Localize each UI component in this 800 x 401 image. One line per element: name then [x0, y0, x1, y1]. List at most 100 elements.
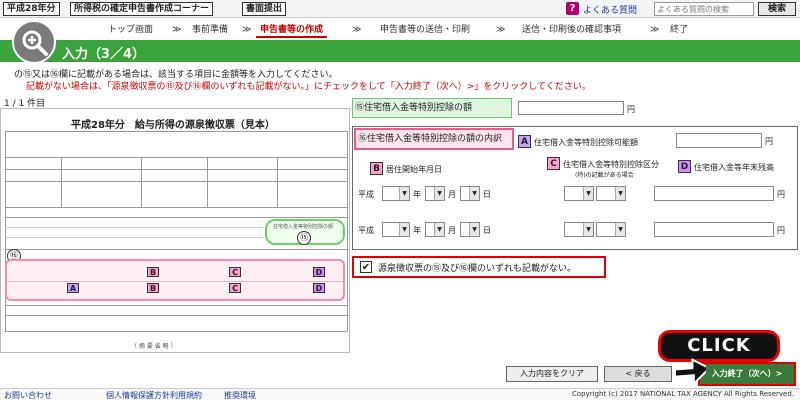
day-unit: 日: [483, 190, 491, 199]
d-label: 住宅借入金等年末残高: [694, 163, 774, 172]
step-arrow: ≫: [172, 25, 182, 35]
footer-link-privacy[interactable]: 個人情報保護方針: [106, 390, 170, 401]
no-entry-checkbox-row[interactable]: ✔ 源泉徴収票の⑮及び⑯欄のいずれも記載がない。: [352, 256, 606, 278]
slip-badge-c: C: [229, 267, 241, 277]
slip-footer-note: （ 摘 要 省 略 ）: [131, 343, 177, 350]
a-label: 住宅借入金等特別控除可能額: [534, 138, 638, 147]
a-amount-input[interactable]: [676, 133, 762, 148]
no-entry-checkbox-label[interactable]: 源泉徴収票の⑮及び⑯欄のいずれも記載がない。: [378, 261, 576, 274]
slip-rule: [5, 305, 347, 306]
step-after-check: 送信・印刷後の確認事項: [522, 25, 622, 35]
slip-rule: [5, 181, 347, 182]
chevron-down-icon: ▼: [434, 187, 444, 200]
year-unit: 年: [413, 226, 421, 235]
slip-rule: [347, 131, 348, 331]
b-label: 居住開始年月日: [386, 165, 442, 174]
slip-badge-d: D: [313, 267, 325, 277]
month-unit: 月: [448, 190, 456, 199]
footer-link-terms[interactable]: 利用規約: [170, 390, 202, 401]
step-arrow: ≫: [650, 25, 660, 35]
badge-b: B: [370, 162, 383, 175]
slip-rule: [7, 281, 343, 282]
row2-balance-input[interactable]: [654, 222, 774, 237]
step-top: トップ画面: [108, 25, 154, 35]
month-unit: 月: [448, 226, 456, 235]
year-unit: 年: [413, 190, 421, 199]
slip-badge-b: B: [147, 267, 159, 277]
step-create-active: 申告書等の作成: [256, 22, 328, 38]
step-arrow: ≫: [242, 25, 252, 35]
slip-rule: [207, 157, 208, 207]
no-entry-checkbox[interactable]: ✔: [360, 261, 372, 273]
slip-rule: [5, 207, 347, 208]
chevron-down-icon: ▼: [399, 187, 409, 200]
slip-rule: [5, 249, 347, 250]
slip-rule: [61, 157, 62, 207]
slip-item-16-highlight: B B C C D D A: [5, 259, 345, 301]
step-arrow: ≫: [496, 25, 506, 35]
row1-balance-input[interactable]: [654, 186, 774, 201]
slip-rule: [5, 217, 347, 218]
item-15-amount-input[interactable]: [518, 101, 624, 115]
row1-month-select[interactable]: ▼: [425, 186, 445, 201]
clear-input-button[interactable]: 入力内容をクリア: [506, 366, 598, 382]
slip-item-15-label: 住宅借入金等特別控除の額: [273, 224, 334, 230]
chevron-down-icon: ▼: [469, 187, 479, 200]
step-arrow: ≫: [352, 25, 362, 35]
yen-unit: 円: [765, 137, 773, 146]
row2-day-select[interactable]: ▼: [460, 222, 480, 237]
slip-num-15: ⑮: [297, 231, 311, 245]
chevron-down-icon: ▼: [583, 223, 593, 236]
faq-link[interactable]: よくある質問: [583, 3, 637, 16]
help-question-icon[interactable]: ?: [566, 2, 579, 15]
footer-link-contact[interactable]: お問い合わせ: [4, 390, 52, 401]
instruction-line-2: 記載がない場合は、「源泉徴収票の⑮及び⑯欄のいずれも記載がない。」にチェックをし…: [26, 82, 591, 92]
chevron-down-icon: ▼: [469, 223, 479, 236]
row1-year-select[interactable]: ▼: [382, 186, 410, 201]
slip-rule: [5, 227, 263, 228]
page-title: 入力（3／4）: [62, 47, 146, 62]
row1-category-select-2[interactable]: ▼: [596, 186, 626, 201]
yen-unit: 円: [627, 105, 635, 114]
faq-search-input[interactable]: [654, 2, 754, 16]
slip-rule: [5, 237, 263, 238]
row2-category-select-2[interactable]: ▼: [596, 222, 626, 237]
chevron-down-icon: ▼: [434, 223, 444, 236]
slip-rule: [141, 157, 142, 207]
item-15-label: ⑮住宅借入金等特別控除の額: [352, 98, 512, 118]
footer-link-env[interactable]: 推奨環境: [224, 390, 256, 401]
step-end: 終了: [670, 25, 689, 35]
footer: お問い合わせ 個人情報保護方針 利用規約 推奨環境 Copyright (c) …: [0, 388, 800, 400]
chevron-down-icon: ▼: [615, 187, 625, 200]
slip-rule: [5, 131, 6, 331]
row2-month-select[interactable]: ▼: [425, 222, 445, 237]
search-button[interactable]: 検索: [758, 2, 796, 16]
item-16-label: ⑯住宅借入金等特別控除の額の内訳: [354, 128, 514, 150]
era-label: 平成: [358, 226, 374, 235]
slip-badge-d: D: [313, 283, 325, 293]
era-label: 平成: [358, 190, 374, 199]
chevron-down-icon: ▼: [583, 187, 593, 200]
step-send-print: 申告書等の送信・印刷: [380, 25, 471, 35]
row2-year-select[interactable]: ▼: [382, 222, 410, 237]
finish-input-next-button[interactable]: 入力終了（次へ）>: [698, 362, 796, 386]
slip-badge-a: A: [67, 283, 79, 293]
step-navigation: トップ画面 ≫ 事前準備 ≫ 申告書等の作成 ≫ 申告書等の送信・印刷 ≫ 送信…: [0, 22, 800, 38]
pointer-arrow-icon: [672, 354, 712, 391]
zoom-in-icon[interactable]: [12, 20, 56, 64]
slip-title: 平成28年分 給与所得の源泉徴収票（見本）: [71, 120, 275, 131]
year-label: 平成28年分: [3, 2, 60, 16]
row1-category-select-1[interactable]: ▼: [564, 186, 594, 201]
slip-rule: [5, 315, 347, 316]
back-button[interactable]: < 戻る: [604, 366, 672, 382]
badge-d: D: [678, 160, 691, 173]
slip-badge-c: C: [229, 283, 241, 293]
day-unit: 日: [483, 226, 491, 235]
sample-withholding-slip: 平成28年分 給与所得の源泉徴収票（見本） 住宅借入金等特別控除の額 ⑮ ⑯ B…: [0, 108, 350, 353]
copyright-text: Copyright (c) 2017 NATIONAL TAX AGENCY A…: [571, 390, 794, 398]
row2-category-select-1[interactable]: ▼: [564, 222, 594, 237]
top-header: 平成28年分 所得税の確定申告書作成コーナー 書面提出 ? よくある質問 検索: [0, 0, 800, 18]
row1-day-select[interactable]: ▼: [460, 186, 480, 201]
c-label: 住宅借入金等特別控除区分: [563, 160, 659, 169]
yen-unit: 円: [777, 226, 785, 235]
